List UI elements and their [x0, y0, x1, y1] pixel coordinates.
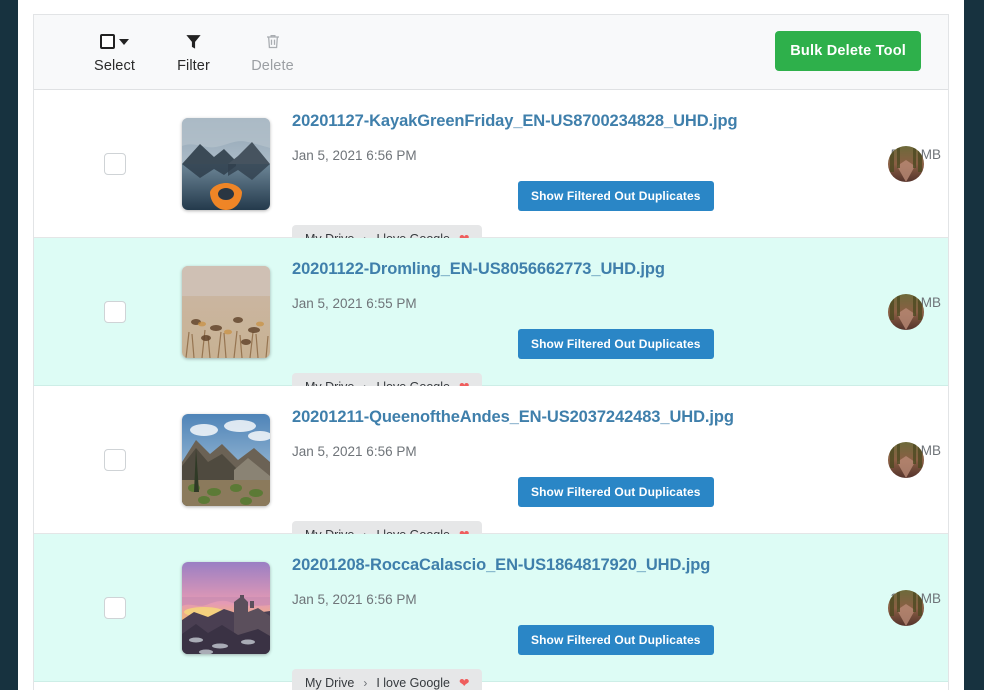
row-select-checkbox[interactable] [104, 152, 126, 175]
file-meta-line: Jan 5, 2021 6:56 PM4.39 MB [292, 443, 941, 465]
left-nav-rail [0, 0, 18, 690]
avatar[interactable] [888, 293, 924, 330]
row-select-checkbox[interactable] [104, 596, 126, 619]
breadcrumb-leaf: I love Google [376, 675, 450, 690]
file-list: 20201127-KayakGreenFriday_EN-US870023482… [34, 90, 948, 690]
duplicates-row: Show Filtered Out Duplicates [292, 181, 838, 211]
checkbox-dropdown-icon [100, 31, 129, 53]
castle-sunset-thumbnail[interactable] [182, 561, 270, 654]
file-date: Jan 5, 2021 6:55 PM [292, 296, 417, 311]
file-name-link[interactable]: 20201208-RoccaCalascio_EN-US1864817920_U… [292, 556, 710, 575]
show-filtered-out-duplicates-button[interactable]: Show Filtered Out Duplicates [518, 477, 714, 507]
row-checkbox-cell [104, 596, 126, 619]
duplicates-row: Show Filtered Out Duplicates [292, 477, 838, 507]
andes-mountain-thumbnail[interactable] [182, 413, 270, 506]
file-meta-line: Jan 5, 2021 6:55 PM4.5 MB [292, 295, 941, 317]
right-nav-rail [964, 0, 984, 690]
show-filtered-out-duplicates-button[interactable]: Show Filtered Out Duplicates [518, 625, 714, 655]
toolbar-actions: Select Filter Delete [87, 31, 300, 74]
file-date: Jan 5, 2021 6:56 PM [292, 444, 417, 459]
show-filtered-out-duplicates-button[interactable]: Show Filtered Out Duplicates [518, 329, 714, 359]
file-list-card: Select Filter Delete Bulk Delete Tool 20… [33, 14, 949, 690]
breadcrumb[interactable]: My Drive › I love Google ❤ [292, 669, 483, 690]
row-checkbox-cell [104, 152, 126, 175]
file-details: 20201211-QueenoftheAndes_EN-US2037242483… [292, 408, 941, 548]
file-name-link[interactable]: 20201211-QueenoftheAndes_EN-US2037242483… [292, 408, 734, 427]
dry-grassland-thumbnail[interactable] [182, 265, 270, 358]
file-meta-line: Jan 5, 2021 6:56 PM3.76 MB [292, 591, 941, 613]
filter-button-label: Filter [177, 57, 210, 74]
file-meta-line: Jan 5, 2021 6:56 PM5.73 MB [292, 147, 941, 169]
file-row: 20201127-KayakGreenFriday_EN-US870023482… [34, 90, 948, 252]
duplicates-row: Show Filtered Out Duplicates [292, 625, 838, 655]
bulk-delete-tool-button[interactable]: Bulk Delete Tool [775, 31, 921, 71]
funnel-icon [184, 31, 203, 53]
delete-button-label: Delete [251, 57, 294, 74]
row-checkbox-cell [104, 448, 126, 471]
file-name-link[interactable]: 20201127-KayakGreenFriday_EN-US870023482… [292, 112, 738, 131]
toolbar: Select Filter Delete Bulk Delete Tool [34, 15, 948, 90]
file-name-link[interactable]: 20201122-Dromling_EN-US8056662773_UHD.jp… [292, 260, 665, 279]
file-row: 20201208-RoccaCalascio_EN-US1864817920_U… [34, 534, 948, 690]
avatar[interactable] [888, 589, 924, 626]
avatar[interactable] [888, 441, 924, 478]
show-filtered-out-duplicates-button[interactable]: Show Filtered Out Duplicates [518, 181, 714, 211]
file-details: 20201122-Dromling_EN-US8056662773_UHD.jp… [292, 260, 941, 400]
row-select-checkbox[interactable] [104, 448, 126, 471]
file-details: 20201127-KayakGreenFriday_EN-US870023482… [292, 112, 941, 252]
file-date: Jan 5, 2021 6:56 PM [292, 148, 417, 163]
chevron-right-icon: › [363, 675, 368, 690]
delete-button[interactable]: Delete [245, 31, 300, 74]
file-row: 20201122-Dromling_EN-US8056662773_UHD.jp… [34, 238, 948, 400]
trash-icon [264, 31, 282, 53]
row-checkbox-cell [104, 300, 126, 323]
page-container: Select Filter Delete Bulk Delete Tool 20… [18, 0, 964, 690]
kayak-on-lake-thumbnail[interactable] [182, 117, 270, 210]
duplicates-row: Show Filtered Out Duplicates [292, 329, 838, 359]
heart-icon: ❤ [458, 676, 470, 690]
file-details: 20201208-RoccaCalascio_EN-US1864817920_U… [292, 556, 941, 690]
file-row: 20201211-QueenoftheAndes_EN-US2037242483… [34, 386, 948, 548]
row-select-checkbox[interactable] [104, 300, 126, 323]
file-date: Jan 5, 2021 6:56 PM [292, 592, 417, 607]
avatar[interactable] [888, 145, 924, 182]
select-button-label: Select [94, 57, 135, 74]
breadcrumb-root: My Drive [305, 675, 355, 690]
select-button[interactable]: Select [87, 31, 142, 74]
filter-button[interactable]: Filter [166, 31, 221, 74]
